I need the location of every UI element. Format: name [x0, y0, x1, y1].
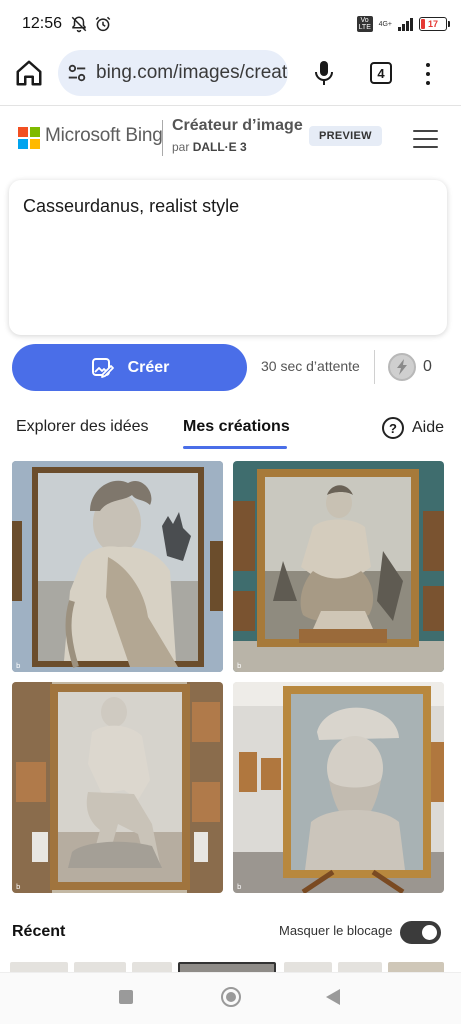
- boost-count: 0: [423, 358, 432, 375]
- tab-explore-ideas[interactable]: Explorer des idées: [16, 418, 149, 436]
- home-nav-icon[interactable]: [221, 987, 241, 1007]
- header-separator: [162, 120, 163, 156]
- url-text[interactable]: bing.com/images/create: [96, 62, 288, 84]
- subtitle-model: DALL·E 3: [192, 140, 247, 154]
- system-navigation-bar: [0, 972, 461, 1024]
- recent-apps-icon[interactable]: [119, 990, 133, 1004]
- wait-time-text: 30 sec d’attente: [261, 358, 360, 374]
- status-icons-left: [70, 15, 112, 33]
- hamburger-menu-icon[interactable]: [413, 130, 438, 148]
- image-create-icon: [91, 357, 114, 378]
- status-time: 12:56: [22, 15, 63, 32]
- site-settings-icon[interactable]: [66, 62, 88, 84]
- alarm-icon: [95, 16, 111, 32]
- help-label: Aide: [412, 419, 445, 436]
- bing-brand[interactable]: Microsoft Bing: [45, 125, 163, 147]
- status-icons-right: Vo LTE 4G+ 17: [356, 16, 450, 32]
- help-button[interactable]: ? Aide: [382, 417, 444, 439]
- subtitle-prefix: par: [172, 140, 190, 154]
- signal-icon: [398, 17, 413, 31]
- tab-switcher-button[interactable]: 4: [370, 62, 392, 84]
- mask-blocked-toggle[interactable]: [400, 921, 441, 944]
- create-button[interactable]: Créer: [12, 344, 247, 391]
- generated-image-3[interactable]: b: [12, 682, 223, 893]
- more-options-icon[interactable]: [420, 61, 436, 87]
- page-subtitle: par DALL·E 3: [172, 140, 247, 154]
- generated-image-2[interactable]: b: [233, 461, 444, 672]
- prompt-input[interactable]: Casseurdanus, realist style: [9, 180, 447, 335]
- microsoft-logo-icon[interactable]: [18, 127, 40, 149]
- bing-header: Microsoft Bing Créateur d’image par DALL…: [0, 106, 461, 170]
- recent-title: Récent: [12, 923, 66, 940]
- create-button-label: Créer: [127, 358, 170, 376]
- boost-separator: [374, 350, 375, 384]
- active-tab-indicator: [183, 446, 287, 449]
- image-watermark: b: [237, 662, 242, 670]
- volte-badge: Vo LTE: [356, 16, 373, 32]
- boost-lightning-icon[interactable]: [388, 353, 416, 381]
- battery-level: 17: [427, 19, 438, 29]
- status-bar: 12:56 Vo LTE 4G+ 17: [0, 0, 461, 48]
- recent-thumbnails[interactable]: [0, 959, 461, 973]
- home-icon[interactable]: [14, 58, 44, 88]
- back-nav-icon[interactable]: [326, 989, 340, 1005]
- notifications-off-icon: [71, 16, 87, 33]
- battery-icon: 17: [419, 17, 450, 31]
- microphone-icon[interactable]: [312, 59, 336, 87]
- network-type: 4G+: [378, 20, 392, 28]
- preview-badge: PREVIEW: [309, 126, 382, 146]
- generated-image-4[interactable]: b: [233, 682, 444, 893]
- mask-blocked-label: Masquer le blocage: [279, 923, 393, 938]
- image-watermark: b: [16, 883, 21, 891]
- page-title: Créateur d’image: [172, 117, 303, 134]
- help-icon: ?: [382, 417, 404, 439]
- image-watermark: b: [237, 883, 242, 891]
- browser-toolbar: bing.com/images/create 4: [0, 48, 461, 98]
- image-watermark: b: [16, 662, 21, 670]
- tab-my-creations[interactable]: Mes créations: [183, 418, 290, 436]
- prompt-text[interactable]: Casseurdanus, realist style: [23, 196, 433, 217]
- url-bar[interactable]: bing.com/images/create: [58, 50, 288, 96]
- generated-image-1[interactable]: b: [12, 461, 223, 672]
